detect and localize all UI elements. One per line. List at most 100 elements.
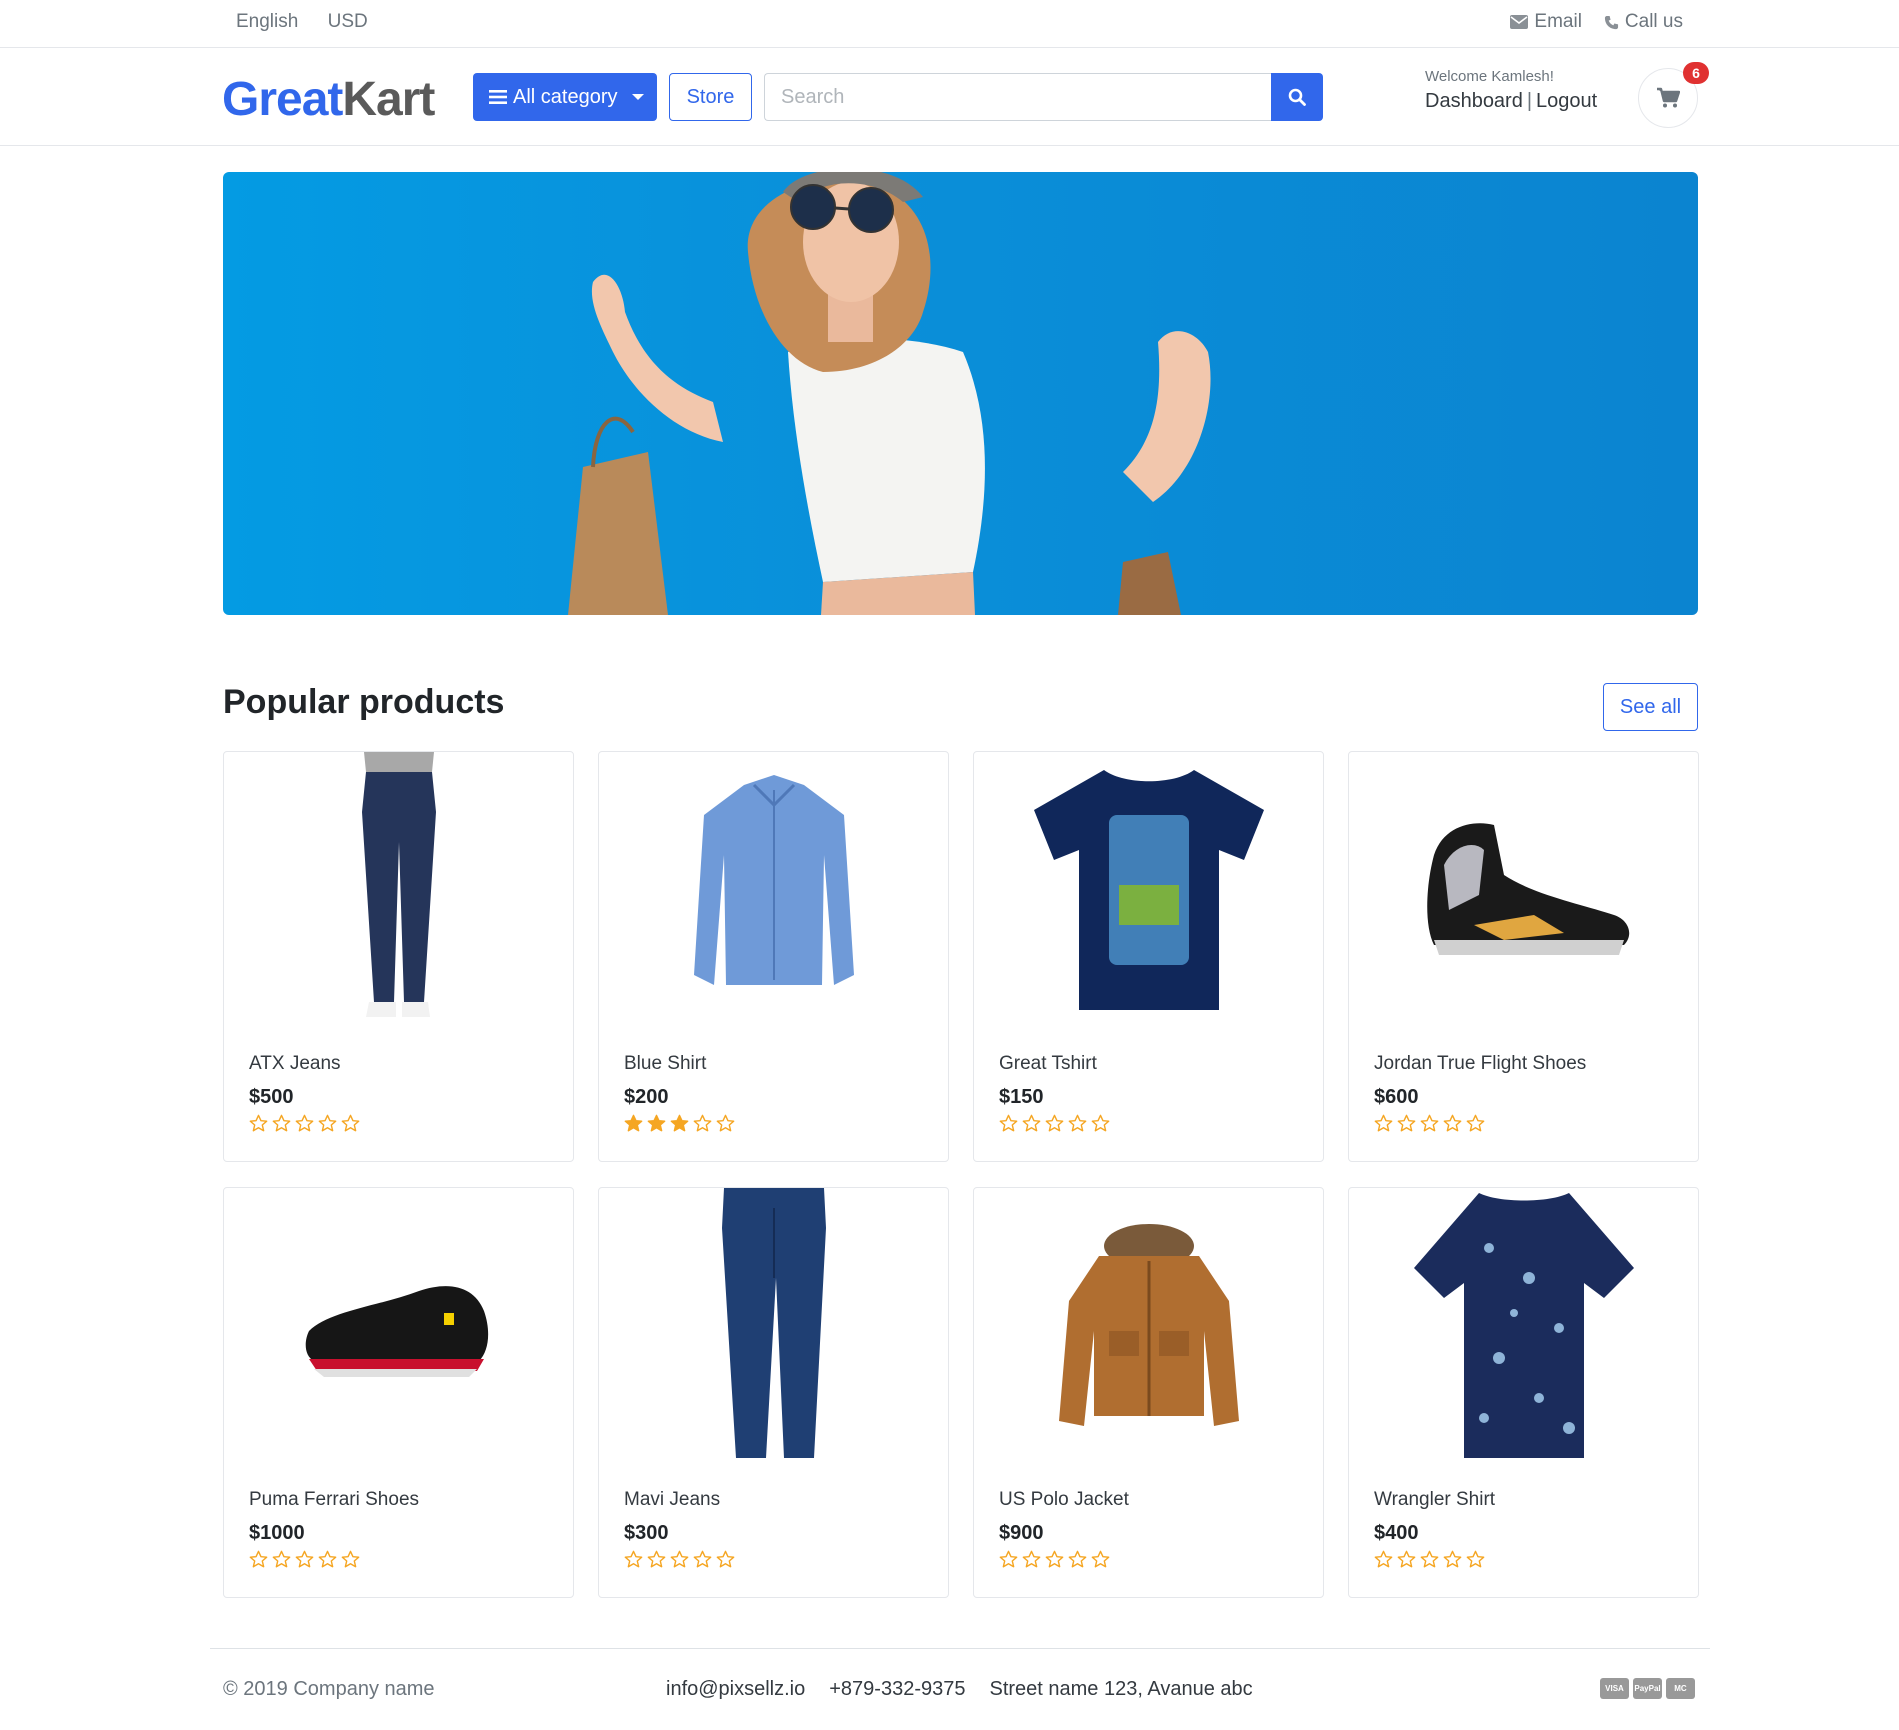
star-empty-icon: [1022, 1550, 1041, 1574]
star-empty-icon: [295, 1550, 314, 1574]
product-card[interactable]: Great Tshirt $150: [973, 751, 1324, 1162]
star-empty-icon: [341, 1114, 360, 1138]
product-price: $400: [1374, 1522, 1419, 1544]
shirt-image[interactable]: [1349, 1188, 1698, 1464]
product-card[interactable]: Jordan True Flight Shoes $600: [1348, 751, 1699, 1162]
product-name[interactable]: US Polo Jacket: [999, 1489, 1129, 1511]
star-empty-icon: [272, 1114, 291, 1138]
language-selector[interactable]: English: [236, 11, 298, 32]
banner-shopping-woman-image: [568, 172, 1211, 615]
product-card[interactable]: Wrangler Shirt $400: [1348, 1187, 1699, 1598]
paypal-icon: PayPal: [1633, 1678, 1662, 1699]
star-empty-icon: [1045, 1114, 1064, 1138]
email-link[interactable]: Email: [1510, 11, 1582, 33]
top-bar: English USD Email Call us: [0, 0, 1899, 48]
product-price: $150: [999, 1086, 1044, 1108]
product-name[interactable]: Mavi Jeans: [624, 1489, 720, 1511]
user-links: Dashboard | Logout: [1425, 90, 1597, 113]
product-price: $200: [624, 1086, 669, 1108]
contact-links: Email Call us: [1510, 11, 1683, 33]
star-empty-icon: [1374, 1114, 1393, 1138]
star-empty-icon: [1091, 1114, 1110, 1138]
welcome-text: Welcome Kamlesh!: [1425, 68, 1554, 85]
product-price: $300: [624, 1522, 669, 1544]
product-name[interactable]: Blue Shirt: [624, 1053, 706, 1075]
see-all-button[interactable]: See all: [1603, 683, 1698, 731]
rating-stars: [999, 1550, 1110, 1574]
star-empty-icon: [1443, 1114, 1462, 1138]
product-card[interactable]: ATX Jeans $500: [223, 751, 574, 1162]
shoe-image[interactable]: [224, 1188, 573, 1464]
star-empty-icon: [1420, 1114, 1439, 1138]
star-empty-icon: [1397, 1550, 1416, 1574]
star-empty-icon: [1045, 1550, 1064, 1574]
copyright-text: © 2019 Company name: [223, 1678, 435, 1700]
rating-stars: [624, 1114, 735, 1138]
footer-email[interactable]: info@pixsellz.io: [666, 1678, 805, 1701]
product-card[interactable]: US Polo Jacket $900: [973, 1187, 1324, 1598]
star-empty-icon: [693, 1550, 712, 1574]
link-separator: |: [1526, 90, 1533, 112]
footer-phone[interactable]: +879-332-9375: [829, 1678, 965, 1701]
jacket-image[interactable]: [974, 1188, 1323, 1464]
star-empty-icon: [295, 1114, 314, 1138]
star-empty-icon: [1068, 1114, 1087, 1138]
jeans-image[interactable]: [224, 752, 573, 1028]
star-empty-icon: [716, 1114, 735, 1138]
dashboard-link[interactable]: Dashboard: [1425, 90, 1523, 112]
product-name[interactable]: ATX Jeans: [249, 1053, 341, 1075]
search-button[interactable]: [1271, 73, 1323, 121]
tshirt-image[interactable]: [974, 752, 1323, 1028]
product-name[interactable]: Puma Ferrari Shoes: [249, 1489, 419, 1511]
star-filled-icon: [624, 1114, 643, 1138]
product-name[interactable]: Wrangler Shirt: [1374, 1489, 1495, 1511]
star-empty-icon: [318, 1114, 337, 1138]
star-empty-icon: [341, 1550, 360, 1574]
sneaker-image[interactable]: [1349, 752, 1698, 1028]
star-empty-icon: [624, 1550, 643, 1574]
section-title: Popular products: [223, 683, 505, 721]
product-name[interactable]: Jordan True Flight Shoes: [1374, 1053, 1586, 1075]
rating-stars: [249, 1550, 360, 1574]
star-empty-icon: [318, 1550, 337, 1574]
star-empty-icon: [1443, 1550, 1462, 1574]
product-card[interactable]: Blue Shirt $200: [598, 751, 949, 1162]
star-empty-icon: [1091, 1550, 1110, 1574]
rating-stars: [624, 1550, 735, 1574]
star-empty-icon: [716, 1550, 735, 1574]
star-empty-icon: [1466, 1114, 1485, 1138]
product-card[interactable]: Puma Ferrari Shoes $1000: [223, 1187, 574, 1598]
brand-logo[interactable]: GreatKart: [222, 72, 435, 127]
shirt-image[interactable]: [599, 752, 948, 1028]
all-category-dropdown[interactable]: All category: [473, 73, 657, 121]
email-label: Email: [1534, 11, 1582, 32]
footer-contact: info@pixsellz.io +879-332-9375 Street na…: [666, 1678, 1253, 1701]
product-price: $1000: [249, 1522, 305, 1544]
star-filled-icon: [670, 1114, 689, 1138]
locale-group: English USD: [236, 11, 392, 33]
star-empty-icon: [999, 1114, 1018, 1138]
jeans-image[interactable]: [599, 1188, 948, 1464]
caret-down-icon: [631, 94, 644, 100]
store-button[interactable]: Store: [669, 73, 752, 121]
product-price: $900: [999, 1522, 1044, 1544]
cart-count-badge: 6: [1683, 62, 1709, 84]
rating-stars: [249, 1114, 360, 1138]
hero-banner[interactable]: [223, 172, 1698, 615]
logo-part-great: Great: [222, 73, 343, 126]
search-input[interactable]: [764, 73, 1272, 121]
product-name[interactable]: Great Tshirt: [999, 1053, 1097, 1075]
star-empty-icon: [249, 1114, 268, 1138]
logout-link[interactable]: Logout: [1536, 90, 1597, 112]
call-label: Call us: [1624, 11, 1683, 32]
payment-methods: VISA PayPal MC: [1600, 1678, 1695, 1699]
phone-icon: [1604, 15, 1618, 29]
product-card[interactable]: Mavi Jeans $300: [598, 1187, 949, 1598]
search-icon: [1288, 88, 1306, 106]
star-empty-icon: [693, 1114, 712, 1138]
star-empty-icon: [249, 1550, 268, 1574]
call-link[interactable]: Call us: [1604, 11, 1683, 33]
star-empty-icon: [272, 1550, 291, 1574]
star-filled-icon: [647, 1114, 666, 1138]
currency-selector[interactable]: USD: [328, 11, 368, 32]
